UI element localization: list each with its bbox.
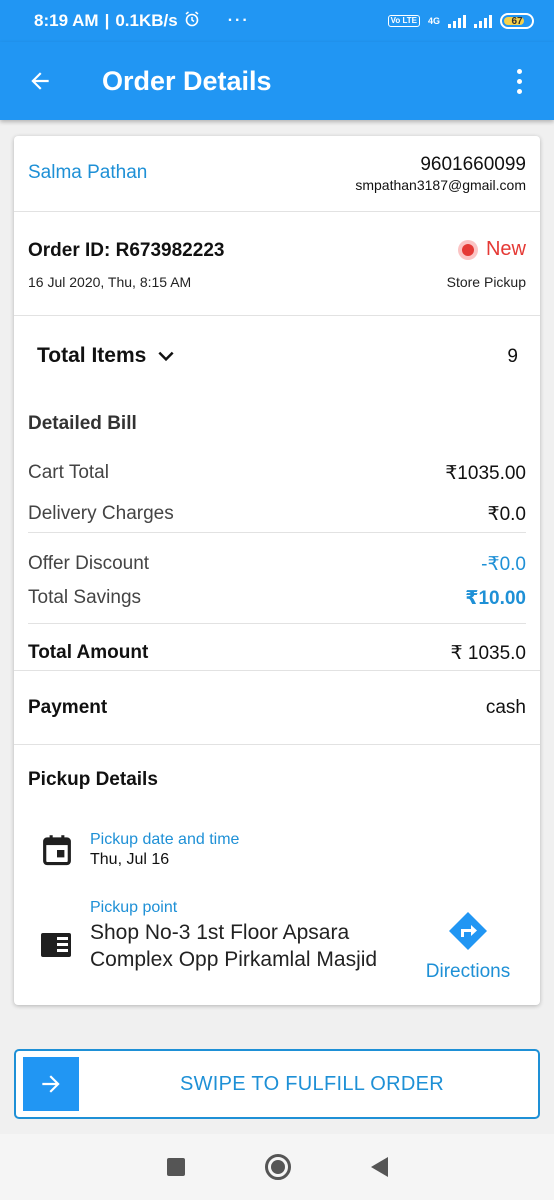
payment-value: cash <box>485 697 526 718</box>
status-speed: 0.1KB/s <box>115 11 178 30</box>
calendar-icon <box>43 835 71 866</box>
status-right: Vo LTE 4G 67 <box>387 13 534 29</box>
address-line-2: Complex Opp Pirkamlal Masjid <box>90 948 378 971</box>
page-title: Order Details <box>102 65 272 96</box>
status-badge: New <box>457 238 526 261</box>
order-type: Store Pickup <box>446 274 526 290</box>
battery-level: 67 <box>511 15 523 27</box>
back-nav-button[interactable] <box>370 1157 388 1177</box>
total-savings-value: ₹10.00 <box>465 588 526 609</box>
delivery-charges-label: Delivery Charges <box>28 503 174 524</box>
total-amount-value: ₹ 1035.0 <box>450 643 526 664</box>
more-vertical-icon <box>516 68 522 74</box>
network-label: 4G <box>427 16 440 26</box>
status-time: 8:19 AM <box>34 11 99 30</box>
recents-button[interactable] <box>166 1158 185 1176</box>
status-dot-icon <box>457 239 478 260</box>
cart-total-value: ₹1035.00 <box>445 463 526 484</box>
divider <box>28 623 526 624</box>
total-amount-label: Total Amount <box>28 642 149 663</box>
status-bar: 8:19 AM | 0.1KB/s ··· Vo LTE 4G 67 <box>0 0 554 42</box>
order-card: Salma Pathan 9601660099 smpathan3187@gma… <box>14 136 540 1005</box>
system-nav-bar <box>0 1134 554 1200</box>
offer-discount-value: -₹0.0 <box>481 554 526 575</box>
address-line-1: Shop No-3 1st Floor Apsara <box>90 921 350 944</box>
arrow-right-icon <box>42 1075 60 1093</box>
cart-total-label: Cart Total <box>28 462 109 483</box>
battery-icon: 67 <box>500 13 534 29</box>
delivery-charges-value: ₹0.0 <box>487 504 526 525</box>
customer-name[interactable]: Salma Pathan <box>28 162 147 184</box>
pickup-address: Shop No-3 1st Floor Apsara Complex Opp P… <box>90 919 377 973</box>
payment-label: Payment <box>28 697 108 718</box>
directions-button[interactable]: Directions <box>422 911 514 983</box>
directions-label: Directions <box>425 961 511 982</box>
swipe-fulfill-slider[interactable]: SWIPE TO FULFILL ORDER <box>14 1049 540 1119</box>
customer-email[interactable]: smpathan3187@gmail.com <box>355 177 526 193</box>
total-items-count: 9 <box>507 346 518 367</box>
customer-phone[interactable]: 9601660099 <box>420 154 526 176</box>
divider <box>14 211 540 212</box>
divider <box>14 315 540 316</box>
pickup-heading: Pickup Details <box>28 769 158 790</box>
status-label: New <box>485 238 526 260</box>
app-bar: Order Details <box>0 42 554 120</box>
divider <box>14 670 540 671</box>
offer-discount-label: Offer Discount <box>28 553 150 574</box>
store-icon <box>41 933 71 957</box>
swipe-handle[interactable] <box>23 1057 79 1111</box>
pickup-datetime-label: Pickup date and time <box>90 831 240 848</box>
order-id: Order ID: R673982223 <box>28 240 225 261</box>
pickup-point-label: Pickup point <box>90 899 178 916</box>
status-separator: | <box>104 11 110 30</box>
back-button[interactable] <box>0 42 80 120</box>
divider <box>14 744 540 745</box>
chevron-down-icon <box>158 351 174 362</box>
directions-icon <box>449 912 487 950</box>
volte-badge: Vo LTE <box>387 15 420 27</box>
total-items-toggle[interactable]: Total Items <box>37 344 176 368</box>
more-options-button[interactable] <box>499 42 539 120</box>
bill-heading: Detailed Bill <box>28 413 137 434</box>
total-savings-label: Total Savings <box>28 587 142 608</box>
arrow-left-icon <box>31 72 49 90</box>
notification-dots: ··· <box>227 12 250 29</box>
home-button[interactable] <box>264 1154 291 1180</box>
total-items-label: Total Items <box>37 344 147 367</box>
pickup-datetime-value: Thu, Jul 16 <box>90 851 170 868</box>
status-left: 8:19 AM | 0.1KB/s ··· <box>34 10 250 32</box>
signal-icon <box>448 14 466 28</box>
order-date: 16 Jul 2020, Thu, 8:15 AM <box>28 274 192 290</box>
swipe-label: SWIPE TO FULFILL ORDER <box>179 1072 445 1095</box>
alarm-icon <box>184 10 200 32</box>
divider <box>28 532 526 533</box>
signal-2-icon <box>474 14 492 28</box>
